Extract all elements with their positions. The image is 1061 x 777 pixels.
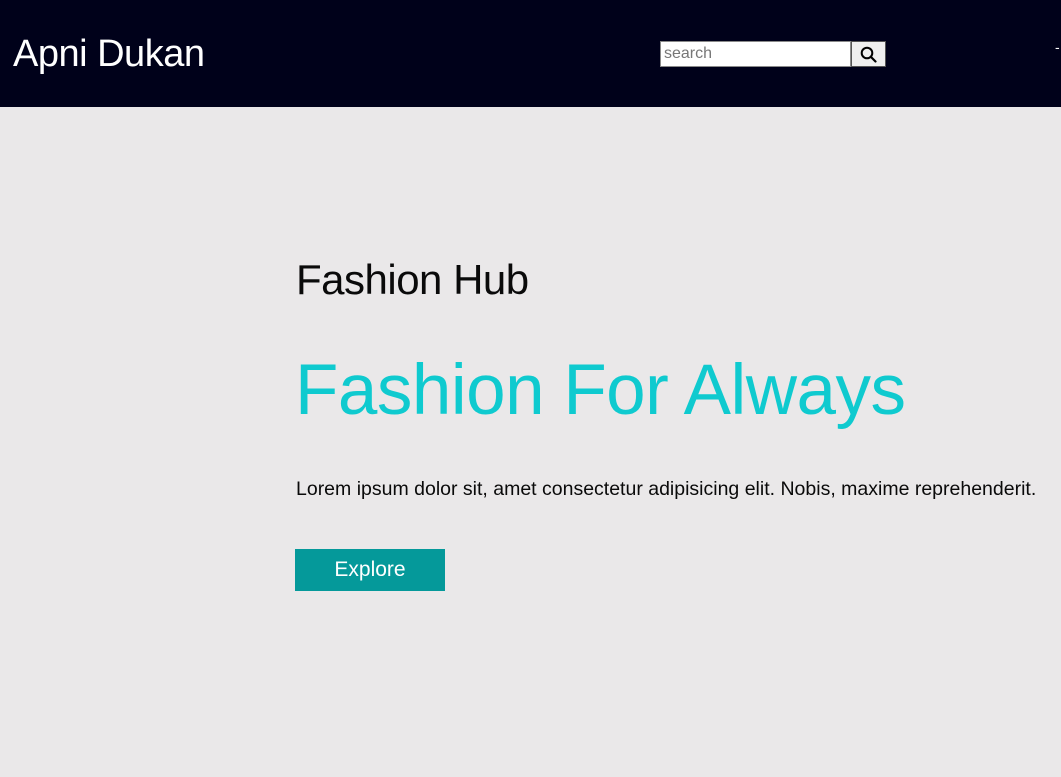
- nav-edge-glyph: -: [1055, 39, 1060, 55]
- search-form: [660, 41, 886, 67]
- search-icon: [860, 46, 877, 63]
- search-input[interactable]: [660, 41, 851, 67]
- hero-section: Fashion Hub Fashion For Always Lorem ips…: [295, 107, 1061, 777]
- hero-title: Fashion For Always: [295, 351, 906, 430]
- hero-kicker-heading: Fashion Hub: [296, 256, 529, 303]
- top-navbar: Apni Dukan -: [0, 0, 1061, 107]
- brand-logo-text[interactable]: Apni Dukan: [13, 31, 205, 77]
- search-button[interactable]: [851, 41, 886, 67]
- explore-button[interactable]: Explore: [295, 549, 445, 591]
- hero-description: Lorem ipsum dolor sit, amet consectetur …: [296, 478, 1037, 500]
